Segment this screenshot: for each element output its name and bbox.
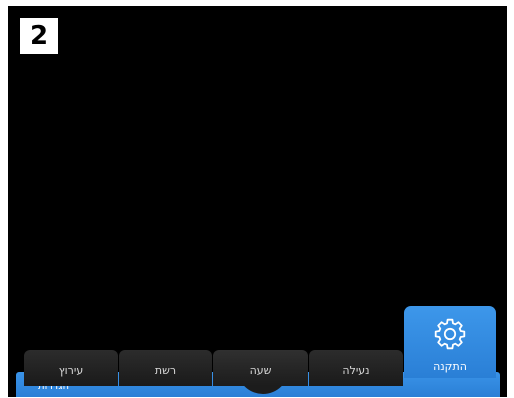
tab-lock[interactable]: נעילה <box>309 350 403 386</box>
tab-setup-label: התקנה <box>433 360 467 373</box>
gear-icon <box>434 318 466 350</box>
tab-inputs-label: עירוץ <box>58 364 84 377</box>
tab-setup[interactable]: התקנה <box>404 306 496 378</box>
tab-network-label: רשת <box>154 364 177 377</box>
tab-time[interactable]: שעה <box>213 350 308 386</box>
tab-time-label: שעה <box>249 364 272 377</box>
tab-inputs[interactable]: עירוץ <box>24 350 118 386</box>
step-number-badge: 2 <box>20 18 58 54</box>
tab-lock-label: נעילה <box>342 364 370 377</box>
tab-network[interactable]: רשת <box>119 350 212 386</box>
tv-screen: 2 הגדרות עירוץ רשת שעה נעילה התקנה <box>8 6 507 397</box>
